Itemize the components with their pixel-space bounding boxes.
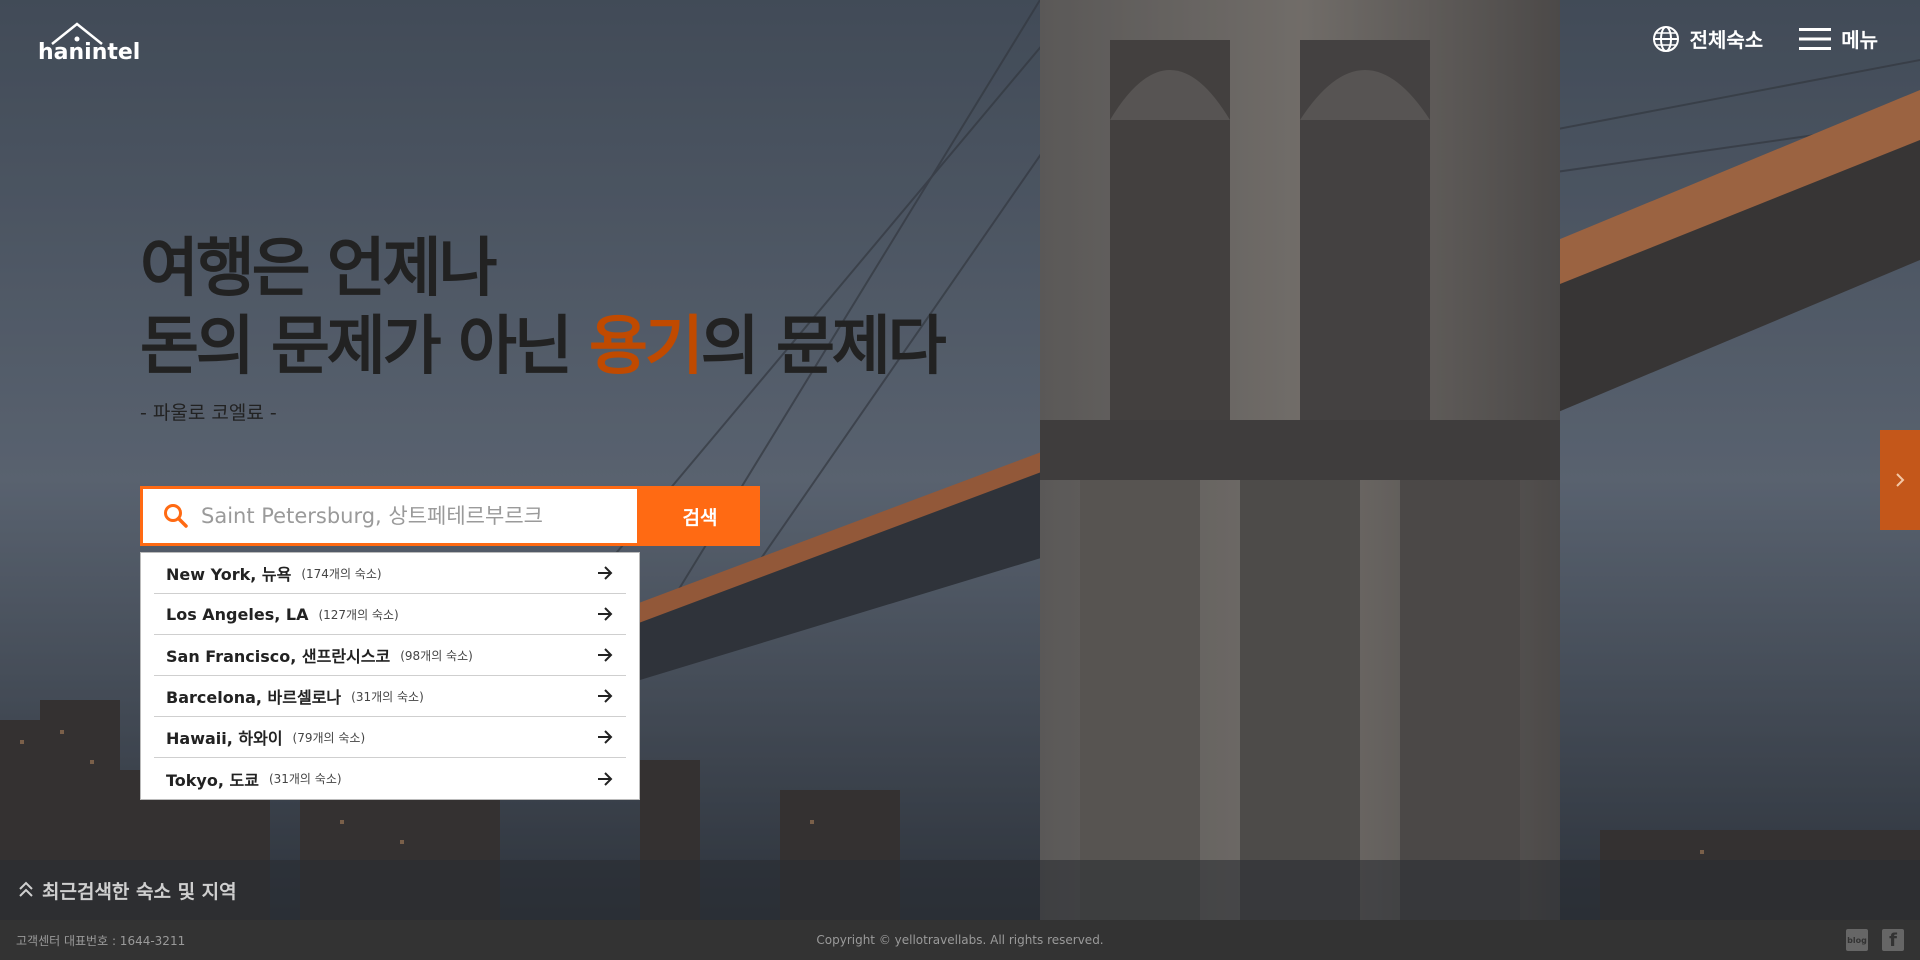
all-stays-label: 전체숙소 <box>1689 28 1764 52</box>
brand-logo[interactable]: hanintel <box>38 20 140 65</box>
arrow-right-icon <box>598 730 613 744</box>
arrow-right-icon <box>598 771 613 786</box>
search-suggestions: New York, 뉴욕 (174개의 숙소) Los Angeles, LA (12… <box>140 552 640 800</box>
search-box <box>140 486 640 546</box>
headline-line1: 여행은 언제나 <box>140 232 498 306</box>
suggestion-item[interactable]: Hawaii, 하와이 (79개의 숙소) <box>154 717 626 758</box>
arrow-right-icon <box>598 689 613 703</box>
hamburger-icon <box>1799 27 1832 50</box>
hero-quote: - 파울로 코엘료 - <box>140 402 277 424</box>
arrow-right-icon <box>598 566 613 580</box>
background-photo <box>0 0 1920 960</box>
footer-social: blog f <box>1846 929 1904 951</box>
footer: 고객센터 대표번호 : 1644-3211 Copyright © yellot… <box>0 920 1920 960</box>
chevron-right-icon <box>1896 473 1905 487</box>
arrow-right-icon <box>598 648 613 662</box>
suggestion-count: (31개의 숙소) <box>351 689 424 704</box>
recent-searches-bar[interactable]: 최근검색한 숙소 및 지역 <box>0 860 1920 920</box>
logo-text: hanintel <box>38 40 141 65</box>
suggestion-name: Tokyo, 도쿄 <box>166 770 259 790</box>
suggestion-item[interactable]: Barcelona, 바르셀로나 (31개의 숙소) <box>154 676 626 717</box>
headline-line2-after: 의 문제다 <box>700 310 947 384</box>
suggestion-item[interactable]: Tokyo, 도쿄 (31개의 숙소) <box>154 758 626 799</box>
menu-label: 메뉴 <box>1841 28 1878 52</box>
menu-button[interactable]: 메뉴 <box>1799 24 1878 53</box>
suggestion-count: (79개의 숙소) <box>292 730 366 745</box>
facebook-icon[interactable]: f <box>1882 929 1904 951</box>
hero-headline: 여행은 언제나 돈의 문제가 아닌 용기의 문제다 <box>140 230 947 386</box>
search-input[interactable] <box>189 489 637 543</box>
search-button[interactable]: 검색 <box>640 486 760 546</box>
suggestion-count: (31개의 숙소) <box>268 772 342 786</box>
suggestion-name: Hawaii, 하와이 <box>166 729 283 748</box>
globe-icon <box>1652 25 1679 52</box>
double-chevron-up-icon <box>19 881 33 897</box>
suggestion-count: (174개의 숙소) <box>301 566 382 581</box>
recent-searches-label: 최근검색한 숙소 및 지역 <box>42 880 237 903</box>
headline-accent: 용기 <box>589 310 704 384</box>
suggestion-name: San Francisco, 샌프란시스코 <box>166 647 391 666</box>
next-slide-tab[interactable] <box>1880 430 1920 530</box>
suggestion-item[interactable]: Los Angeles, LA (127개의 숙소) <box>154 594 626 635</box>
arrow-right-icon <box>598 607 613 621</box>
headline-line2: 돈의 문제가 아닌 용기의 문제다 <box>140 308 947 386</box>
suggestion-item[interactable]: New York, 뉴욕 (174개의 숙소) <box>154 553 626 594</box>
customer-center-text: 고객센터 대표번호 : 1644-3211 <box>16 933 186 948</box>
headline-line2-before: 돈의 문제가 아닌 <box>140 310 590 384</box>
suggestion-item[interactable]: San Francisco, 샌프란시스코 (98개의 숙소) <box>154 635 626 676</box>
all-stays-link[interactable]: 전체숙소 <box>1652 24 1764 53</box>
blog-icon[interactable]: blog <box>1846 929 1868 951</box>
suggestion-count: (127개의 숙소) <box>318 607 399 622</box>
suggestion-name: Barcelona, 바르셀로나 <box>166 688 342 707</box>
search-icon <box>164 504 188 528</box>
suggestion-name: New York, 뉴욕 <box>166 565 292 584</box>
copyright-text: Copyright © yellotravellabs. All rights … <box>816 933 1104 947</box>
suggestion-name: Los Angeles, LA <box>166 604 309 624</box>
top-nav: 전체숙소 메뉴 <box>1652 24 1878 53</box>
suggestion-count: (98개의 숙소) <box>400 648 473 663</box>
